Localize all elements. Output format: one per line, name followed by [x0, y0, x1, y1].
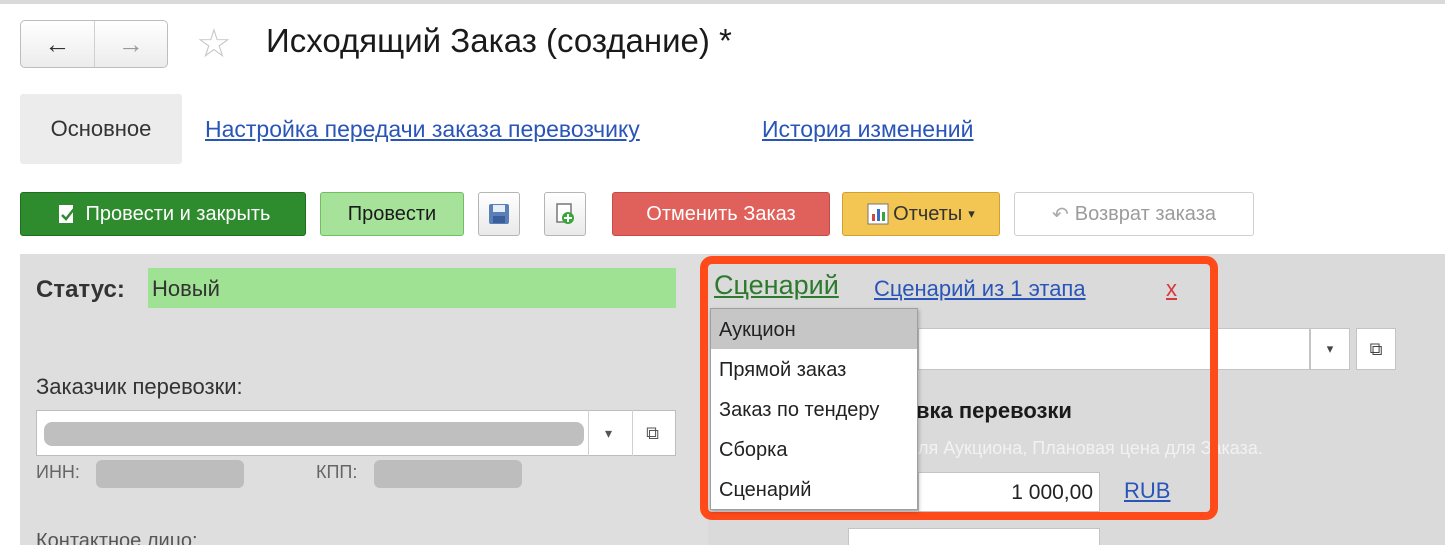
star-icon[interactable]: ☆ — [196, 24, 232, 64]
back-button[interactable]: ← — [21, 21, 94, 67]
post-label: Провести — [347, 202, 437, 225]
document-add-icon — [556, 203, 574, 224]
arrow-right-icon: → — [117, 28, 144, 59]
page-title: Исходящий Заказ (создание) * — [266, 22, 732, 59]
reports-label: Отчеты — [893, 202, 963, 225]
copy-document-button[interactable] — [544, 192, 586, 236]
customer-label: Заказчик перевозки: — [36, 374, 243, 399]
chevron-down-icon: ▾ — [1326, 341, 1334, 356]
open-window-icon: ⧉ — [646, 422, 659, 443]
arrow-left-icon: ← — [44, 28, 71, 59]
dropdown-option-scenario[interactable]: Сценарий — [711, 469, 917, 509]
floppy-disk-icon — [489, 204, 509, 224]
open-window-icon: ⧉ — [1369, 338, 1383, 359]
scenario-dropdown-button[interactable]: ▾ — [1310, 328, 1350, 370]
dropdown-option-assembly[interactable]: Сборка — [711, 429, 917, 469]
top-border — [0, 0, 1445, 4]
redacted-inn — [96, 460, 244, 488]
scenario-link[interactable]: Сценарий из 1 этапа — [874, 276, 1086, 302]
chevron-down-icon: ▾ — [968, 206, 975, 221]
report-chart-icon — [867, 203, 889, 225]
cancel-order-label: Отменить Заказ — [646, 202, 796, 225]
status-label: Статус: — [36, 276, 125, 303]
dropdown-option-direct-order[interactable]: Прямой заказ — [711, 349, 917, 389]
price-field-cut[interactable] — [848, 528, 1100, 545]
scenario-open-button[interactable]: ⧉ — [1356, 328, 1396, 370]
post-and-close-label: Провести и закрыть — [85, 202, 271, 225]
post-and-close-button[interactable]: Провести и закрыть — [20, 192, 306, 236]
customer-open-button[interactable]: ⧉ — [632, 410, 672, 456]
document-check-icon — [58, 205, 75, 223]
save-button[interactable] — [478, 192, 520, 236]
scenario-dropdown-list: Аукцион Прямой заказ Заказ по тендеру Сб… — [710, 308, 918, 510]
tab-main[interactable]: Основное — [20, 94, 182, 164]
undo-arrow-icon: ↶ — [1052, 203, 1069, 226]
nav-buttons: ← → — [20, 20, 168, 68]
cancel-order-button[interactable]: Отменить Заказ — [612, 192, 830, 236]
tab-carrier-settings[interactable]: Настройка передачи заказа перевозчику — [205, 116, 640, 143]
redacted-customer-name — [44, 422, 584, 446]
scenario-clear-button[interactable]: x — [1166, 276, 1177, 302]
return-order-button[interactable]: ↶ Возврат заказа — [1014, 192, 1254, 236]
forward-button[interactable]: → — [93, 21, 168, 67]
scenario-label[interactable]: Сценарий — [714, 270, 839, 301]
post-button[interactable]: Провести — [320, 192, 464, 236]
status-value: Новый — [148, 268, 676, 308]
redacted-kpp — [374, 460, 522, 488]
tab-change-history[interactable]: История изменений — [762, 116, 973, 143]
dropdown-option-auction[interactable]: Аукцион — [711, 309, 917, 349]
dropdown-option-tender-order[interactable]: Заказ по тендеру — [711, 389, 917, 429]
chevron-down-icon: ▾ — [604, 424, 613, 441]
contact-label: Контактное лицо: — [36, 530, 198, 545]
reports-button[interactable]: Отчеты ▾ — [842, 192, 1000, 236]
inn-label: ИНН: — [36, 462, 80, 482]
kpp-label: КПП: — [316, 462, 358, 482]
return-order-label: Возврат заказа — [1074, 202, 1216, 225]
customer-dropdown-button[interactable]: ▾ — [588, 410, 628, 456]
